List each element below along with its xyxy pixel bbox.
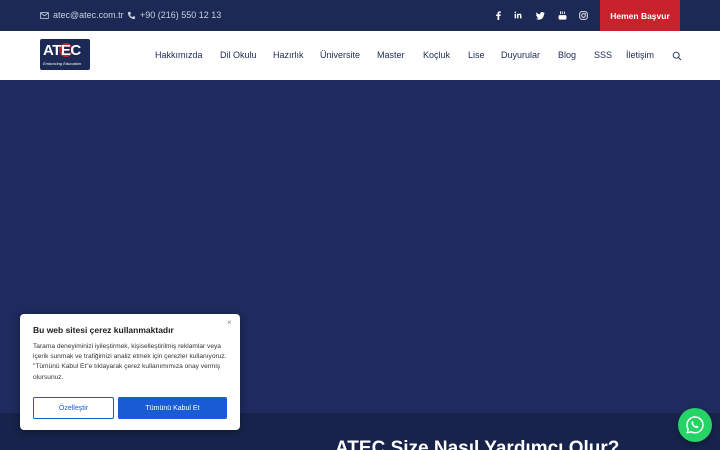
customize-button[interactable]: Özelleştir xyxy=(33,397,114,419)
email-contact[interactable]: atec@atec.com.tr xyxy=(40,10,124,20)
nav-item-hazirlik[interactable]: Hazırlık xyxy=(273,50,304,60)
linkedin-icon[interactable] xyxy=(512,9,524,21)
nav-item-blog[interactable]: Blog xyxy=(558,50,576,60)
logo-text: ATEC xyxy=(43,42,81,59)
whatsapp-chat-button[interactable] xyxy=(678,408,712,442)
apply-now-button[interactable]: Hemen Başvur xyxy=(600,0,680,31)
nav-item-master[interactable]: Master xyxy=(377,50,405,60)
services-heading: ATEC Size Nasıl Yardımcı Olur? xyxy=(335,438,620,450)
logo-tagline: Embracing Education xyxy=(43,61,82,66)
top-bar: atec@atec.com.tr +90 (216) 550 12 13 Hem… xyxy=(0,0,720,31)
phone-contact[interactable]: +90 (216) 550 12 13 xyxy=(127,10,221,20)
nav-item-lise[interactable]: Lise xyxy=(468,50,485,60)
phone-text: +90 (216) 550 12 13 xyxy=(140,10,222,20)
instagram-icon[interactable] xyxy=(577,9,589,21)
nav-item-kocluk[interactable]: Koçluk xyxy=(423,50,450,60)
envelope-icon xyxy=(40,11,49,19)
accept-all-button[interactable]: Tümünü Kabul Et xyxy=(118,397,227,419)
phone-icon xyxy=(127,11,136,19)
main-navbar: ATEC Embracing Education Hakkımızda Dil … xyxy=(0,31,720,80)
cookie-description: Tarama deneyiminizi iyileştirmek, kişise… xyxy=(33,343,227,381)
close-icon[interactable]: × xyxy=(227,318,232,327)
nav-item-universite[interactable]: Üniversite xyxy=(320,50,360,60)
nav-item-duyurular[interactable]: Duyurular xyxy=(501,50,540,60)
nav-item-dil-okulu[interactable]: Dil Okulu xyxy=(220,50,257,60)
nav-item-sss[interactable]: SSS xyxy=(594,50,612,60)
nav-item-hakkimizda[interactable]: Hakkımızda xyxy=(155,50,203,60)
cookie-consent-dialog: × Bu web sitesi çerez kullanmaktadır Tar… xyxy=(20,314,240,430)
youtube-icon[interactable] xyxy=(556,9,568,21)
twitter-icon[interactable] xyxy=(534,9,546,21)
atec-logo[interactable]: ATEC Embracing Education xyxy=(40,39,90,70)
nav-item-iletisim[interactable]: İletişim xyxy=(626,50,654,60)
cookie-title: Bu web sitesi çerez kullanmaktadır xyxy=(33,325,174,335)
facebook-icon[interactable] xyxy=(492,9,504,21)
email-text: atec@atec.com.tr xyxy=(53,10,124,20)
search-icon[interactable] xyxy=(672,51,682,61)
whatsapp-icon xyxy=(686,416,704,434)
